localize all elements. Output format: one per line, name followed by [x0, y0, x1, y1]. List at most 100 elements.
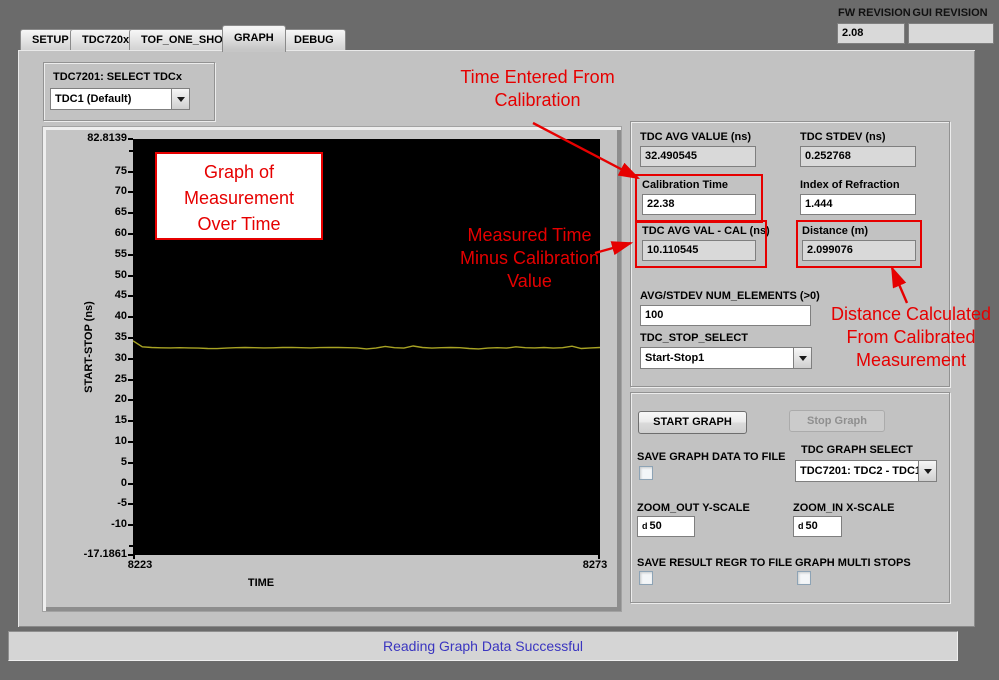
tab-graph[interactable]: GRAPH: [222, 25, 286, 52]
num-elements-field[interactable]: 100: [640, 305, 811, 326]
y-axis-tick-mark: [128, 358, 133, 360]
tdc7201-evm-window: FW REVISION GUI REVISION 2.08 SETUP TDC7…: [0, 0, 999, 680]
tdc-graph-select-dropdown-button[interactable]: [918, 461, 936, 481]
graph-panel: START-STOP (ns) Graph ofMeasurementOver …: [43, 127, 621, 611]
tdc-avg-val-cal-label: TDC AVG VAL - CAL (ns): [642, 225, 770, 237]
y-axis-tick-mark: [128, 503, 133, 505]
tdc-select-dropdown-button[interactable]: [171, 89, 189, 109]
zoom-out-y-field[interactable]: d50: [637, 516, 695, 537]
start-graph-button[interactable]: START GRAPH: [638, 411, 747, 434]
y-axis-tick-label: 70: [57, 185, 127, 197]
y-axis-tick-mark: [128, 138, 133, 140]
fw-revision-label: FW REVISION: [838, 7, 905, 19]
y-axis-tick-mark: [128, 233, 133, 235]
tdc-stop-select-dropdown-button[interactable]: [793, 348, 811, 368]
tdc-select-label: TDC7201: SELECT TDCx: [53, 71, 182, 83]
y-axis-tick-mark: [128, 316, 133, 318]
y-axis-tick-label: 15: [57, 414, 127, 426]
y-axis-tick-mark: [129, 545, 133, 547]
annotation-line: Over Time: [157, 211, 321, 237]
annotation-line: Measurement: [157, 185, 321, 211]
annotation-line: Calibration: [430, 89, 645, 112]
y-axis-tick-label: 75: [57, 165, 127, 177]
zoom-out-y-value: 50: [650, 520, 662, 532]
calibration-time-label: Calibration Time: [642, 179, 728, 191]
tdc-stop-select-value: Start-Stop1: [641, 348, 793, 368]
y-axis-tick-mark: [129, 150, 133, 152]
y-axis-tick-mark: [128, 275, 133, 277]
y-axis-tick-label: 0: [57, 477, 127, 489]
y-axis-tick-label: 65: [57, 206, 127, 218]
annotation-line: From Calibrated: [824, 326, 998, 349]
status-message: Reading Graph Data Successful: [383, 638, 583, 654]
graph-multi-stops-checkbox[interactable]: [797, 571, 811, 585]
tdc-graph-select-dropdown[interactable]: TDC7201: TDC2 - TDC1: [795, 460, 937, 482]
annotation-graph-of-measurement: Graph ofMeasurementOver Time: [155, 152, 323, 240]
index-of-refraction-field[interactable]: 1.444: [800, 194, 916, 215]
tdc-graph-select-label: TDC GRAPH SELECT: [801, 444, 913, 456]
status-bar: Reading Graph Data Successful: [8, 631, 958, 661]
y-axis-tick-label: 55: [57, 248, 127, 260]
annotation-distance-calculated: Distance CalculatedFrom CalibratedMeasur…: [824, 303, 998, 372]
fw-revision-field: 2.08: [837, 23, 905, 44]
y-axis-tick-mark: [128, 337, 133, 339]
radix-indicator: d: [798, 521, 804, 531]
x-tick-mark: [598, 555, 600, 559]
y-axis-tick-mark: [128, 212, 133, 214]
y-axis-tick-label: 60: [57, 227, 127, 239]
y-axis-tick-label: -5: [57, 497, 127, 509]
calibration-time-field[interactable]: 22.38: [642, 194, 756, 215]
zoom-in-x-value: 50: [806, 520, 818, 532]
y-axis-tick-label: -10: [57, 518, 127, 530]
y-axis-tick-label: 35: [57, 331, 127, 343]
tdc-graph-select-value: TDC7201: TDC2 - TDC1: [796, 461, 918, 481]
chevron-down-icon: [177, 97, 185, 102]
y-axis-tick-mark: [128, 554, 133, 556]
gui-revision-field: [908, 23, 994, 44]
tdc-stdev-label: TDC STDEV (ns): [800, 131, 886, 143]
y-axis-tick-mark: [128, 254, 133, 256]
annotation-time-entered: Time Entered FromCalibration: [430, 66, 645, 112]
annotation-measured-time: Measured TimeMinus CalibrationValue: [427, 224, 632, 293]
save-graph-data-label: SAVE GRAPH DATA TO FILE: [637, 451, 786, 463]
y-axis-tick-mark: [128, 191, 133, 193]
tdc-avg-value-label: TDC AVG VALUE (ns): [640, 131, 751, 143]
y-axis-tick-label: 30: [57, 352, 127, 364]
annotation-line: Measured Time: [427, 224, 632, 247]
y-axis-tick-label: -17.1861: [57, 548, 127, 560]
y-axis-tick-label: 45: [57, 289, 127, 301]
annotation-line: Time Entered From: [430, 66, 645, 89]
gui-revision-label: GUI REVISION: [907, 7, 993, 19]
distance-field: 2.099076: [802, 240, 916, 261]
tdc-stop-select-label: TDC_STOP_SELECT: [640, 332, 748, 344]
stop-graph-button[interactable]: Stop Graph: [789, 410, 885, 432]
zoom-in-x-field[interactable]: d50: [793, 516, 842, 537]
tdc-select-value: TDC1 (Default): [51, 89, 171, 109]
y-axis-tick-label: 40: [57, 310, 127, 322]
tdc-avg-value-field: 32.490545: [640, 146, 756, 167]
y-axis-tick-label: 5: [57, 456, 127, 468]
annotation-line: Distance Calculated: [824, 303, 998, 326]
tdc-avg-val-cal-field: 10.110545: [642, 240, 756, 261]
tdc-select-dropdown[interactable]: TDC1 (Default): [50, 88, 190, 110]
chevron-down-icon: [799, 356, 807, 361]
save-graph-data-checkbox[interactable]: [639, 466, 653, 480]
chevron-down-icon: [924, 469, 932, 474]
tdc-stdev-field: 0.252768: [800, 146, 916, 167]
zoom-out-y-label: ZOOM_OUT Y-SCALE: [637, 502, 750, 514]
num-elements-label: AVG/STDEV NUM_ELEMENTS (>0): [640, 290, 820, 302]
annotation-line: Measurement: [824, 349, 998, 372]
tab-debug[interactable]: DEBUG: [282, 29, 346, 50]
save-result-regr-checkbox[interactable]: [639, 571, 653, 585]
annotation-line: Graph of: [157, 159, 321, 185]
graph-multi-stops-label: GRAPH MULTI STOPS: [795, 557, 911, 569]
radix-indicator: d: [642, 521, 648, 531]
tdc-stop-select-dropdown[interactable]: Start-Stop1: [640, 347, 812, 369]
zoom-in-x-label: ZOOM_IN X-SCALE: [793, 502, 894, 514]
distance-label: Distance (m): [802, 225, 868, 237]
annotation-line: Value: [427, 270, 632, 293]
y-axis-tick-mark: [128, 399, 133, 401]
y-axis-tick-label: 20: [57, 393, 127, 405]
x-axis-title: TIME: [221, 577, 301, 589]
y-axis-tick-mark: [128, 420, 133, 422]
